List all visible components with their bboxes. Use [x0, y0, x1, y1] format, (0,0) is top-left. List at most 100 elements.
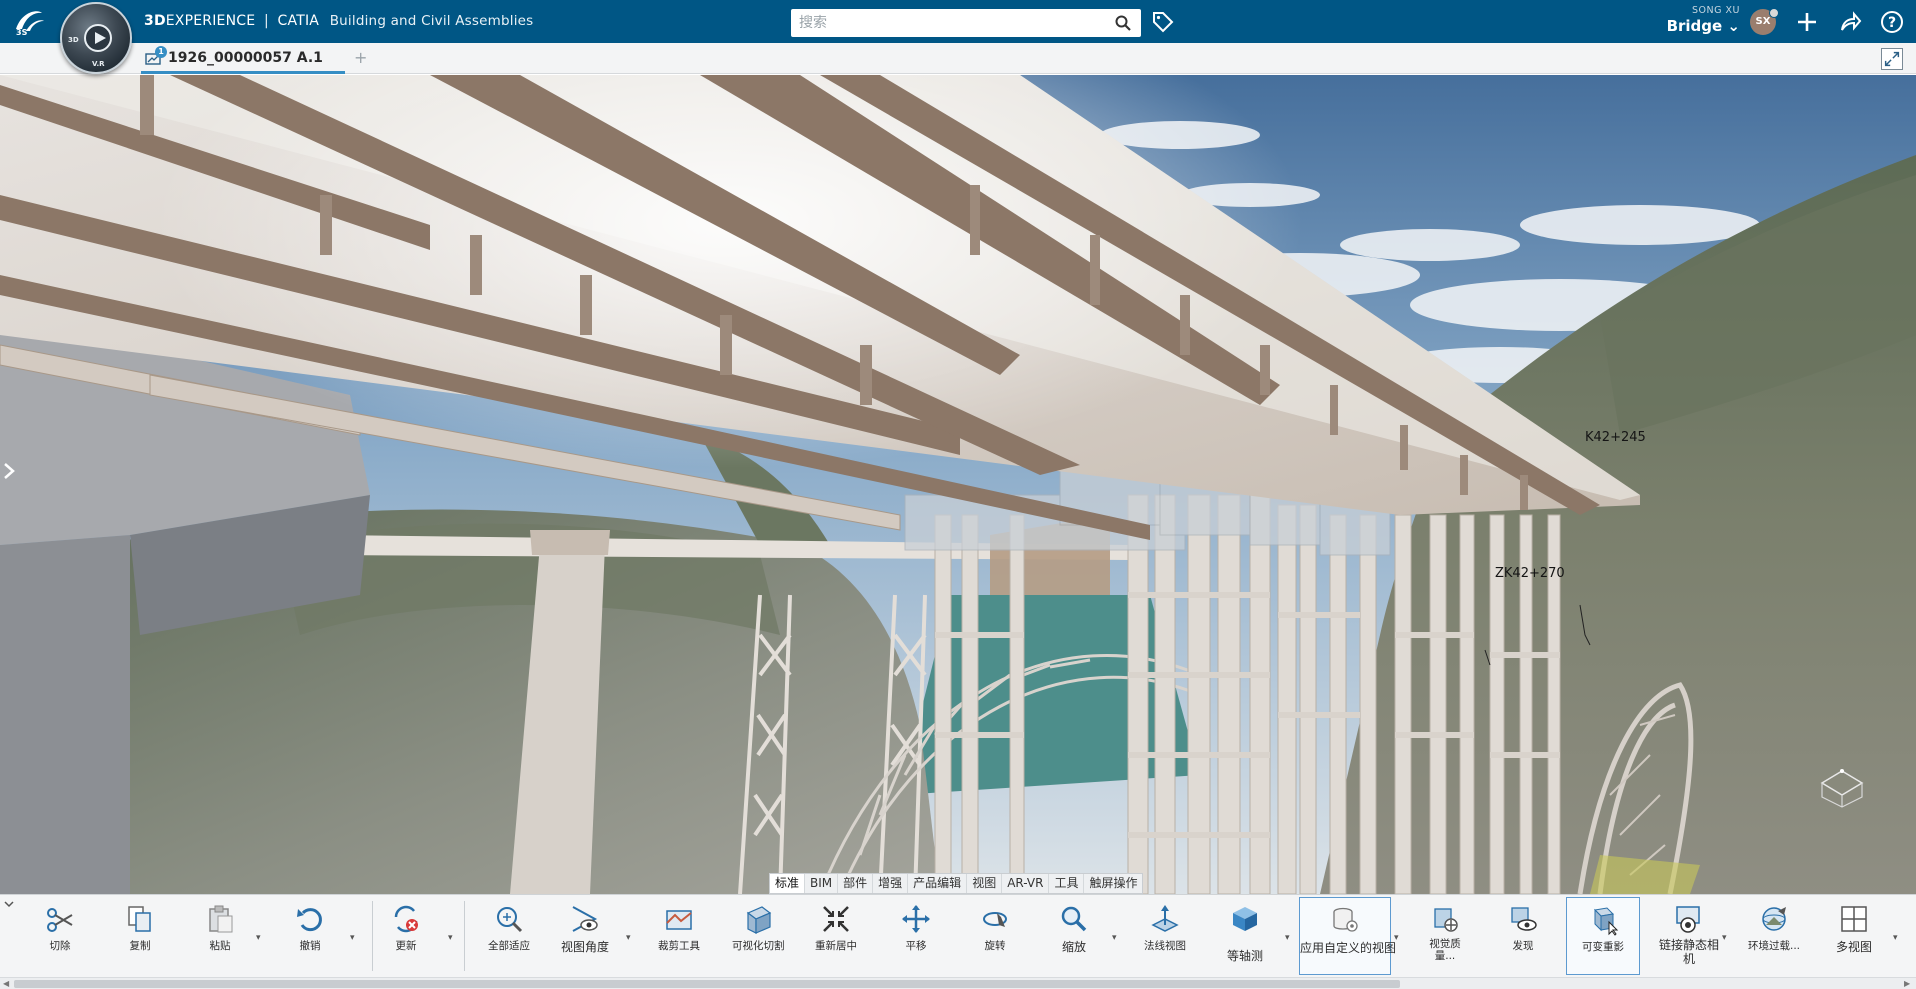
tool-label: 缩放: [1061, 940, 1086, 954]
tool-label: 复制: [129, 940, 151, 952]
copy-button[interactable]: 复制: [120, 897, 160, 975]
discover-icon: [1511, 907, 1537, 931]
bridge-scene[interactable]: [0, 75, 1916, 894]
pan-button[interactable]: 平移: [896, 897, 936, 975]
3d-viewport[interactable]: K42+245 ZK42+270: [0, 75, 1916, 894]
scissors-icon: [47, 908, 73, 932]
recenter-button[interactable]: 重新居中: [814, 897, 858, 975]
svg-text:3S: 3S: [16, 28, 28, 37]
cut-button[interactable]: 切除: [40, 897, 80, 975]
collaborative-space-selector[interactable]: Bridge ⌄: [1660, 17, 1740, 35]
tab-label: 1926_00000057 A.1: [168, 50, 323, 66]
tab-enhance[interactable]: 增强: [873, 874, 909, 893]
tab-standard[interactable]: 标准: [770, 874, 806, 893]
tool-label: 全部适应: [488, 940, 530, 952]
tool-label: 可变重影: [1582, 941, 1624, 953]
tool-label: 视觉质量...: [1429, 938, 1461, 962]
ghost-icon: [1593, 907, 1619, 936]
discover-button[interactable]: 发现: [1503, 897, 1543, 975]
zoom-button[interactable]: 缩放: [1054, 897, 1094, 975]
tab-product-edit[interactable]: 产品编辑: [908, 874, 968, 893]
update-dropdown-icon[interactable]: ▾: [448, 933, 453, 943]
document-tab-bar: 1 1926_00000057 A.1 +: [0, 43, 1916, 74]
visual-cut-button[interactable]: 可视化切割: [732, 897, 785, 975]
custom-view-icon: [1333, 907, 1358, 932]
isometric-dropdown-icon[interactable]: ▾: [1285, 933, 1290, 943]
multi-view-button[interactable]: 多视图: [1832, 897, 1876, 975]
chevron-down-icon[interactable]: [3, 899, 15, 909]
fullscreen-icon[interactable]: [1881, 48, 1903, 70]
dassault-logo[interactable]: 3S: [12, 7, 48, 37]
multi-view-dropdown-icon[interactable]: ▾: [1893, 933, 1898, 943]
isometric-button[interactable]: 等轴测: [1222, 897, 1268, 975]
tool-label: 平移: [905, 940, 927, 952]
fit-all-icon: [497, 907, 523, 933]
tab-touch[interactable]: 触屏操作: [1084, 874, 1142, 893]
zoom-icon: [1061, 906, 1087, 932]
view-angle-button[interactable]: 视图角度: [560, 897, 610, 975]
link-static-camera-button[interactable]: 链接静态相机: [1654, 897, 1724, 975]
view-angle-dropdown-icon[interactable]: ▾: [626, 933, 631, 943]
paste-dropdown-icon[interactable]: ▾: [256, 933, 261, 943]
brand-separator: |: [263, 13, 269, 29]
compass-widget[interactable]: 3D V.R: [60, 2, 132, 74]
camera-dropdown-icon[interactable]: ▾: [1722, 933, 1727, 943]
chevron-right-icon[interactable]: [2, 460, 16, 482]
custom-view-dropdown-icon[interactable]: ▾: [1394, 933, 1399, 943]
zoom-dropdown-icon[interactable]: ▾: [1112, 933, 1117, 943]
isometric-icon: [1233, 907, 1257, 931]
tab-bim[interactable]: BIM: [805, 874, 839, 893]
horizontal-scrollbar[interactable]: ◀ ▶: [0, 977, 1916, 989]
fit-all-button[interactable]: 全部适应: [486, 897, 532, 975]
ghosting-button[interactable]: 可变重影: [1566, 897, 1640, 975]
normal-view-button[interactable]: 法线视图: [1140, 897, 1190, 975]
ribbon-section-tabs: 标准 BIM 部件 增强 产品编辑 视图 AR-VR 工具 触屏操作: [769, 873, 1144, 894]
tab-document[interactable]: 1 1926_00000057 A.1: [141, 43, 345, 74]
tool-label: 撤销: [299, 940, 321, 952]
tab-tools[interactable]: 工具: [1049, 874, 1085, 893]
add-tab-button[interactable]: +: [354, 48, 367, 67]
add-icon[interactable]: [1795, 10, 1819, 34]
help-icon[interactable]: ?: [1880, 10, 1904, 34]
svg-text:?: ?: [1888, 15, 1896, 31]
view-cube-icon[interactable]: [1818, 767, 1866, 809]
view-angle-icon: [572, 906, 598, 932]
tool-label: 裁剪工具: [658, 940, 700, 952]
tag-icon[interactable]: [1152, 11, 1174, 33]
brand-3d: 3D: [144, 13, 166, 29]
clipping-tool-icon: [666, 910, 692, 930]
search-icon[interactable]: [1115, 15, 1131, 31]
static-camera-icon: [1676, 906, 1700, 933]
tab-view[interactable]: 视图: [967, 874, 1003, 893]
undo-button[interactable]: 撤销: [290, 897, 330, 975]
scroll-thumb[interactable]: [14, 980, 1400, 988]
tool-label: 应用自定义的视图: [1300, 941, 1397, 955]
tab-parts[interactable]: 部件: [838, 874, 874, 893]
brand-experience: EXPERIENCE: [165, 13, 256, 29]
visual-cut-icon: [746, 906, 772, 934]
tool-label: 粘贴: [209, 940, 231, 952]
top-bar: 3S 3D V.R 3DEXPERIENCE | CATIA Building …: [0, 0, 1916, 74]
tab-ar-vr[interactable]: AR-VR: [1002, 874, 1050, 893]
station-label-zk42: ZK42+270: [1495, 566, 1565, 581]
rotate-button[interactable]: 旋转: [975, 897, 1015, 975]
update-button[interactable]: 更新: [386, 897, 426, 975]
environment-overload-button[interactable]: 环境过载...: [1748, 897, 1800, 975]
apply-custom-view-button[interactable]: 应用自定义的视图: [1299, 897, 1397, 975]
search-input[interactable]: [791, 9, 1101, 37]
scroll-left-icon[interactable]: ◀: [3, 979, 9, 988]
toolbar-separator: [372, 901, 373, 971]
visual-quality-button[interactable]: 视觉质量...: [1422, 897, 1468, 975]
clipping-tool-button[interactable]: 裁剪工具: [656, 897, 702, 975]
scroll-right-icon[interactable]: ▶: [1904, 979, 1910, 988]
user-block[interactable]: SONG XU Bridge ⌄: [1660, 5, 1740, 35]
tool-label: 切除: [49, 940, 71, 952]
undo-dropdown-icon[interactable]: ▾: [350, 933, 355, 943]
paste-button[interactable]: 粘贴: [200, 897, 240, 975]
search-box: [791, 9, 1141, 37]
tab-badge: 1: [155, 46, 167, 58]
share-icon[interactable]: [1838, 10, 1862, 34]
compass-vr-label: V.R: [92, 60, 105, 68]
play-icon[interactable]: [84, 24, 112, 52]
environment-icon: [1762, 907, 1786, 931]
